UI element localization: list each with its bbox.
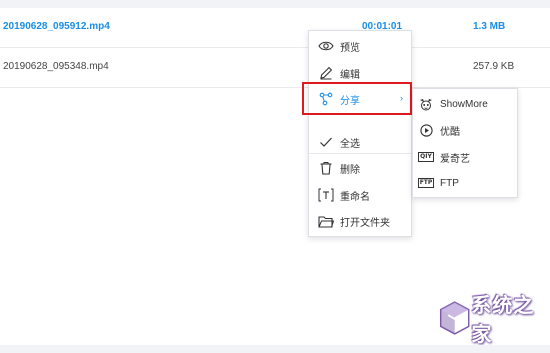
file-name: 20190628_095348.mp4: [3, 61, 109, 72]
file-name: 20190628_095912.mp4: [3, 21, 110, 32]
watermark-logo-icon: [439, 301, 470, 335]
menu-item-label: 删除: [340, 164, 360, 176]
youku-play-icon: [419, 123, 433, 137]
submenu-item-label: 爱奇艺: [440, 153, 470, 165]
showmore-icon: [419, 97, 433, 111]
iqiyi-tag: QIY: [418, 152, 434, 162]
submenu-item-label: FTP: [440, 177, 459, 189]
file-row[interactable]: 20190628_095912.mp4 00:01:01 1.3 MB: [0, 8, 550, 48]
submenu-item-iqiyi[interactable]: QIY 爱奇艺: [413, 144, 517, 170]
submenu-item-label: ShowMore: [440, 98, 488, 110]
file-row[interactable]: 20190628_095348.mp4 257.9 KB: [0, 48, 550, 88]
iqiyi-icon: QIY: [418, 150, 434, 164]
menu-item-preview[interactable]: 预览: [309, 34, 411, 58]
footer-strip: [0, 345, 550, 353]
menu-item-rename[interactable]: 重命名: [309, 183, 411, 207]
file-size: 1.3 MB: [473, 21, 506, 32]
submenu-item-ftp[interactable]: FTP FTP: [413, 170, 517, 196]
watermark: 系统之家: [436, 293, 550, 346]
rename-icon: [318, 187, 334, 203]
submenu-item-label: 优酷: [440, 126, 460, 138]
watermark-text: 系统之家: [471, 293, 535, 346]
share-submenu: ShowMore 优酷 QIY 爱奇艺 FTP FTP: [412, 88, 518, 198]
menu-item-label: 重命名: [340, 191, 370, 203]
submenu-item-youku[interactable]: 优酷: [413, 117, 517, 143]
ftp-tag: FTP: [417, 178, 435, 188]
eye-icon: [318, 38, 334, 54]
pencil-icon: [318, 65, 334, 81]
menu-item-label: 打开文件夹: [340, 217, 390, 229]
submenu-item-showmore[interactable]: ShowMore: [413, 91, 517, 117]
file-size: 257.9 KB: [473, 61, 515, 72]
share-highlight-box: [302, 82, 412, 115]
folder-icon: [318, 213, 334, 229]
header-strip: [0, 0, 550, 8]
file-list-page: 20190628_095912.mp4 00:01:01 1.3 MB 2019…: [0, 0, 550, 353]
menu-item-label: 全选: [340, 138, 360, 150]
check-icon: [318, 134, 334, 150]
trash-icon: [318, 160, 334, 176]
menu-item-label: 预览: [340, 42, 360, 54]
context-menu: 预览 编辑 分享 › 全选 删除 重命名 打开文件夹: [308, 30, 412, 237]
ftp-icon: FTP: [417, 176, 435, 190]
menu-item-delete[interactable]: 删除: [309, 156, 411, 180]
menu-item-label: 编辑: [340, 69, 360, 81]
menu-item-open-folder[interactable]: 打开文件夹: [309, 209, 411, 233]
menu-item-select-all[interactable]: 全选: [309, 130, 411, 154]
